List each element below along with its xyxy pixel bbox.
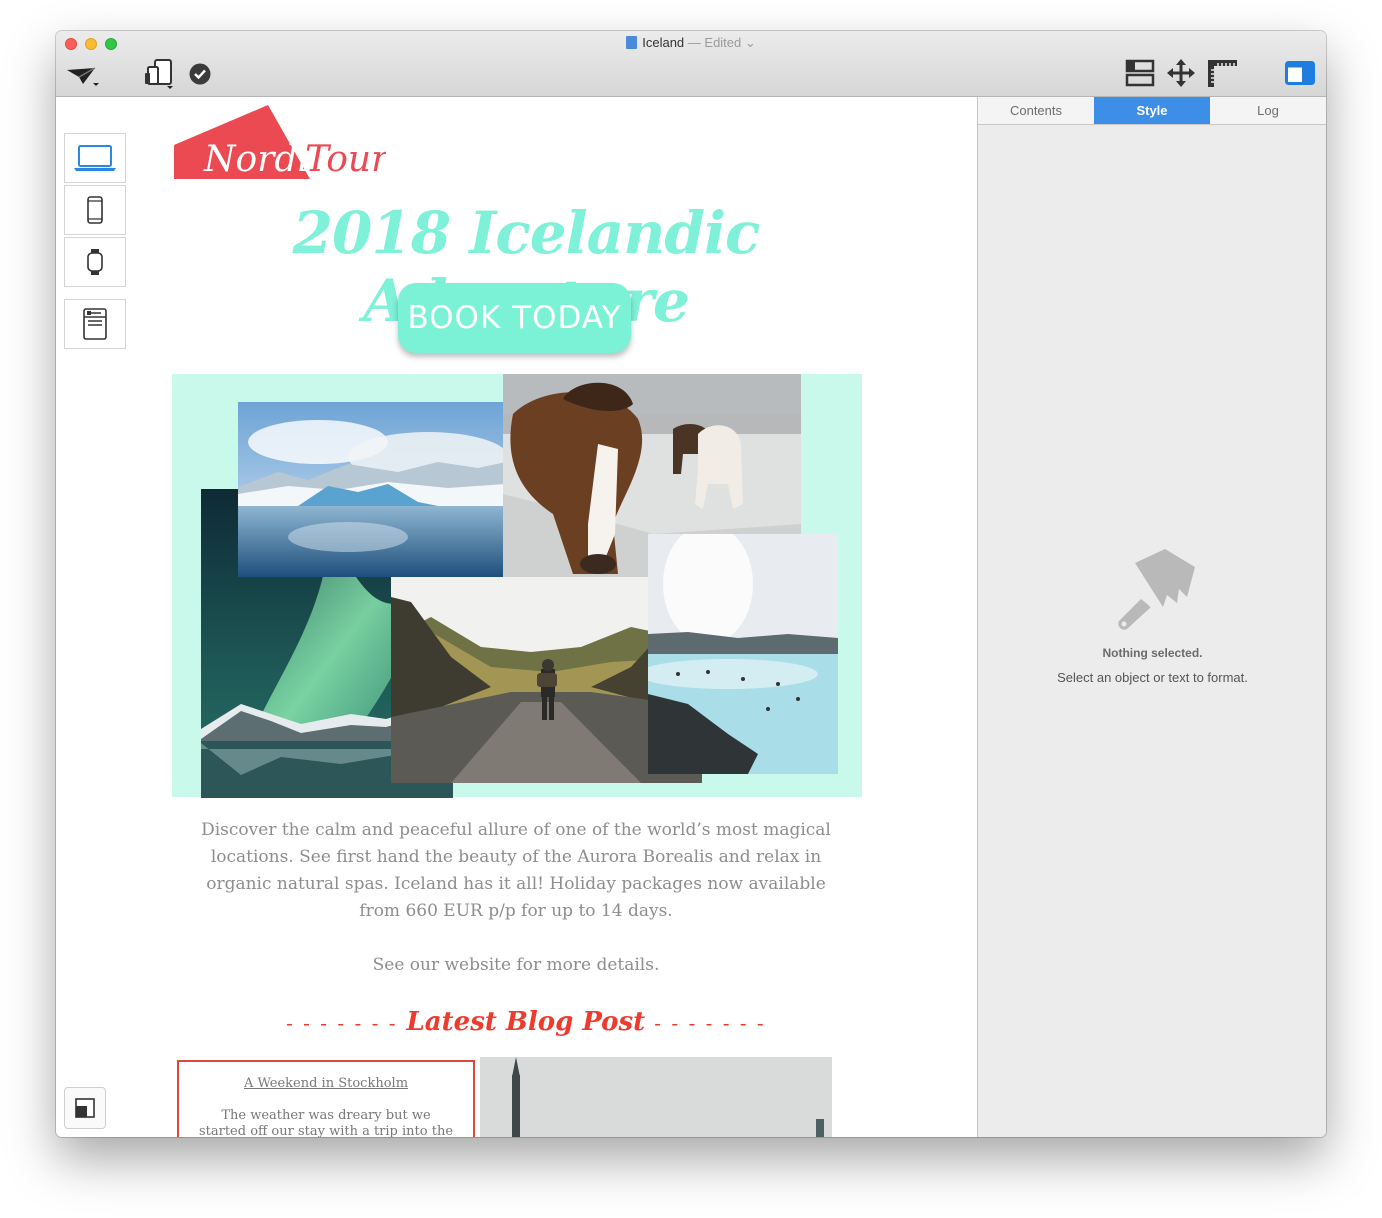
latest-blog-heading[interactable]: - - - - - - - Latest Blog Post - - - - -… (286, 1007, 764, 1037)
tab-log[interactable]: Log (1210, 97, 1326, 124)
logo-text-tours: Tours (305, 139, 386, 179)
ruler-button[interactable] (1205, 58, 1239, 88)
edited-status: — Edited ⌄ (687, 35, 756, 50)
empty-hint: Select an object or text to format. (1057, 670, 1248, 685)
document-name: Iceland (642, 35, 685, 50)
inspector-tabs: Contents Style Log (978, 97, 1326, 125)
blog-post-card[interactable]: A Weekend in Stockholm The weather was d… (177, 1060, 475, 1137)
intro-copy[interactable]: Discover the calm and peaceful allure of… (196, 817, 836, 979)
checkmark-icon (189, 63, 211, 85)
layout-button[interactable] (1124, 58, 1156, 88)
blog-post-title[interactable]: A Weekend in Stockholm (179, 1076, 473, 1091)
empty-title: Nothing selected. (1102, 646, 1203, 660)
ruler-icon (1208, 60, 1237, 87)
check-button[interactable] (188, 62, 212, 86)
layout-icon (1125, 59, 1155, 87)
website-cta-paragraph: See our website for more details. (372, 955, 660, 975)
heading-dashes-right: - - - - - - - (654, 1011, 766, 1035)
app-window: Iceland — Edited ⌄ Nordic Tou 2018 Icela… (56, 31, 1326, 1137)
tab-style[interactable]: Style (1094, 97, 1210, 124)
toggle-sidebar-button[interactable] (1284, 60, 1316, 86)
toggle-layers-button[interactable] (64, 1087, 106, 1129)
blog-post-excerpt: The weather was dreary but we started of… (198, 1108, 454, 1137)
laptop-icon (74, 145, 116, 171)
blue-lagoon-photo[interactable] (648, 534, 838, 774)
glacier-lagoon-photo[interactable] (238, 402, 506, 577)
watch-view-button[interactable] (64, 237, 126, 287)
devices-icon (145, 59, 173, 89)
inspector-sidebar: Contents Style Log Nothing selected. Sel… (977, 97, 1326, 1137)
logo-mark: Nordic Tours (174, 105, 407, 180)
tab-contents[interactable]: Contents (978, 97, 1094, 124)
empty-selection-state: Nothing selected. Select an object or te… (978, 547, 1326, 685)
toolbar: Iceland — Edited ⌄ (56, 31, 1326, 97)
intro-paragraph: Discover the calm and peaceful allure of… (201, 820, 831, 921)
heading-dashes-left: - - - - - - - (286, 1011, 398, 1035)
move-button[interactable] (1165, 58, 1197, 88)
window-title[interactable]: Iceland — Edited ⌄ (56, 35, 1326, 51)
preview-devices-button[interactable] (142, 57, 178, 91)
heading-text: Latest Blog Post (406, 1007, 646, 1037)
nordic-tours-logo[interactable]: Nordic Tours (172, 103, 407, 180)
book-today-button[interactable]: BOOK TODAY (398, 283, 631, 353)
send-icon (67, 67, 99, 86)
send-button[interactable] (64, 61, 100, 91)
phone-view-button[interactable] (64, 185, 126, 235)
panel-toggle-icon (1285, 61, 1315, 85)
layers-icon (75, 1098, 95, 1118)
watch-icon (87, 249, 103, 275)
plain-text-view-button[interactable] (64, 299, 126, 349)
phone-icon (87, 196, 103, 224)
plain-text-icon (83, 308, 107, 340)
laptop-view-button[interactable] (64, 133, 126, 183)
email-canvas[interactable]: Nordic Tours 2018 Icelandic Adventure BO… (56, 97, 977, 1137)
move-icon (1167, 59, 1195, 87)
document-icon (626, 36, 638, 49)
paint-brush-icon (1117, 549, 1195, 630)
stockholm-photo[interactable] (480, 1057, 832, 1137)
